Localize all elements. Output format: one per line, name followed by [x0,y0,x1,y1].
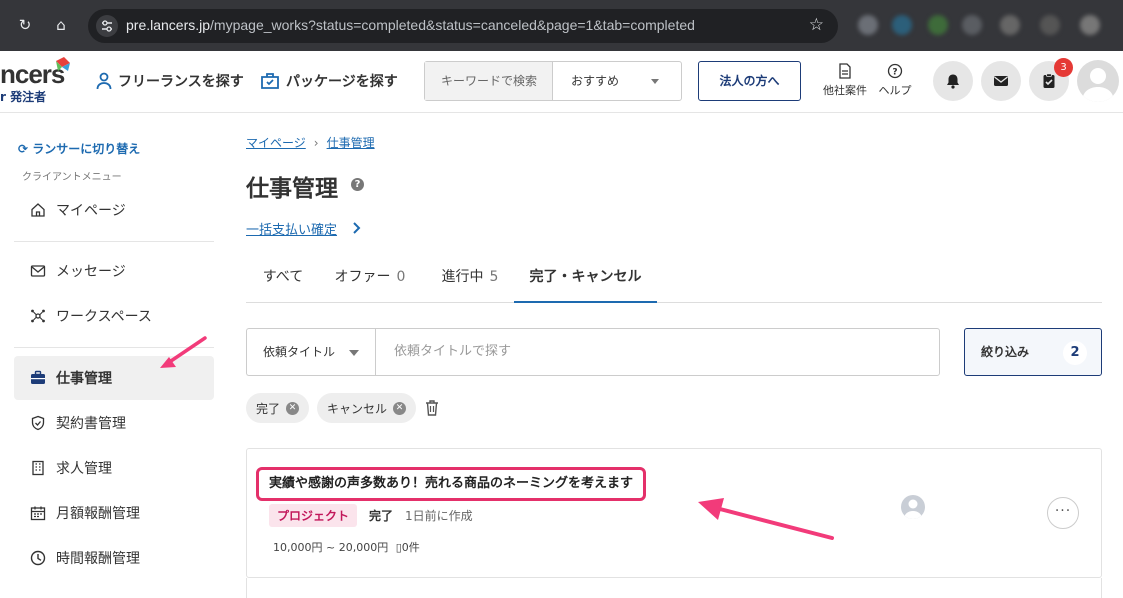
refresh-icon: ⟳ [18,142,29,156]
briefcase-icon [31,370,45,384]
sidebar-item-mypage[interactable]: マイページ [14,188,214,232]
sidebar-item-message[interactable]: メッセージ [14,249,214,293]
sidebar-item-job-management[interactable]: 仕事管理 [14,356,214,400]
title-search-input[interactable]: 依頼タイトルで探す [375,328,940,376]
job-price: 10,000円 ~ 20,000円 ▯0件 [273,541,420,554]
help-icon[interactable]: ? [351,178,364,191]
breadcrumb-chevron-icon: › [313,136,319,150]
corporate-button[interactable]: 法人の方へ [698,61,801,101]
notification-button[interactable] [933,61,973,101]
task-count-badge: 3 [1054,58,1073,77]
active-filter-chips: 完了 ✕ キャンセル ✕ [246,393,440,423]
switch-to-lancer-link[interactable]: ⟳ ランサーに切り替え [18,140,140,157]
job-status: 完了 [369,509,394,523]
sidebar-item-monthly-reward[interactable]: 月額報酬管理 [14,491,214,535]
bookmark-star-icon[interactable]: ☆ [809,15,824,35]
page-title: 仕事管理 [246,176,338,202]
sidebar-divider [14,241,214,242]
filter-count-badge: 2 [1063,341,1087,365]
browser-toolbar: ↻ ⌂ pre.lancers.jp/mypage_works?status=c… [0,0,1123,51]
home-icon[interactable]: ⌂ [50,14,72,36]
workspace-icon [31,309,45,323]
clock-icon [30,550,46,566]
person-icon [96,72,112,90]
site-settings-icon[interactable] [96,15,118,37]
job-card[interactable]: 実績や感謝の声多数あり！売れる商品のネーミングを考えます プロジェクト 完了 1… [246,448,1102,578]
proposal-count: 0件 [401,541,420,554]
breadcrumb: マイページ › 仕事管理 [246,134,375,151]
sidebar-item-recruitment[interactable]: 求人管理 [14,446,214,490]
extension-icon[interactable] [962,15,982,35]
site-header: ncers r 発注者 フリーランスを探す パッケージを探す キーワードで検索 … [0,51,1123,113]
chevron-down-icon [651,79,659,84]
job-type-badge: プロジェクト [269,504,358,527]
trash-icon[interactable] [424,399,440,417]
clipboard-check-icon [1043,73,1055,88]
chip-completed[interactable]: 完了 ✕ [246,393,310,423]
tab-in-progress[interactable]: 進行中 5 [424,253,516,303]
extension-icon[interactable] [892,15,912,35]
worker-avatar[interactable] [901,495,925,519]
remove-chip-icon[interactable]: ✕ [286,401,300,415]
user-avatar[interactable] [1077,60,1119,102]
logo-mark-icon [56,57,70,71]
help-circle-icon: ? [887,63,903,79]
breadcrumb-job-management[interactable]: 仕事管理 [327,136,375,150]
avatar-placeholder-icon [1082,68,1114,102]
tab-completed-canceled[interactable]: 完了・キャンセル [514,253,657,303]
client-menu-caption: クライアントメニュー [22,172,122,183]
status-tabs: すべて オファー 0 進行中 5 完了・キャンセル [246,253,1102,303]
other-jobs-link[interactable]: 他社案件 [818,63,872,98]
header-search: キーワードで検索 おすすめ [424,61,682,101]
tab-offer[interactable]: オファー 0 [320,253,420,303]
mail-icon [30,265,46,277]
logo-subtitle: r 発注者 [0,90,47,104]
sidebar-item-hourly-reward[interactable]: 時間報酬管理 [14,536,214,580]
chevron-down-icon [349,350,359,356]
sidebar: ⟳ ランサーに切り替え クライアントメニュー マイページ メッセージ ワークスペ… [0,113,230,598]
main-content: マイページ › 仕事管理 仕事管理 ? 一括支払い確定 すべて オファー 0 進行中 5… [246,113,1102,598]
job-created-time: 1日前に作成 [405,509,473,523]
extension-icon[interactable] [858,15,878,35]
breadcrumb-mypage[interactable]: マイページ [246,136,306,150]
chevron-right-icon [353,222,361,234]
svg-text:?: ? [892,68,897,78]
message-button[interactable] [981,61,1021,101]
search-field-select[interactable]: 依頼タイトル [246,328,375,376]
sidebar-divider [14,347,214,348]
sidebar-item-workspace[interactable]: ワークスペース [14,294,214,338]
building-icon [32,460,44,476]
address-bar[interactable]: pre.lancers.jp/mypage_works?status=compl… [88,9,838,43]
package-icon [261,73,279,89]
reload-icon[interactable]: ↻ [14,14,36,36]
profile-icon[interactable] [1080,15,1100,35]
home-icon [31,203,45,217]
envelope-icon [994,76,1008,86]
find-package-link[interactable]: パッケージを探す [260,71,398,91]
job-meta: プロジェクト 完了 1日前に作成 [269,504,473,527]
tab-all[interactable]: すべて [246,253,320,303]
shield-check-icon [31,415,45,431]
extension-icon[interactable] [928,15,948,35]
extension-icon[interactable] [1040,15,1060,35]
extension-icon[interactable] [1000,15,1020,35]
calendar-icon [30,506,46,521]
keyword-search-input[interactable]: キーワードで検索 [425,62,553,100]
sidebar-item-contract[interactable]: 契約書管理 [14,401,214,445]
document-icon [839,63,851,79]
bell-icon [947,74,959,89]
avatar-placeholder-icon [904,499,922,519]
remove-chip-icon[interactable]: ✕ [393,401,407,415]
narrow-filter-button[interactable]: 絞り込み 2 [964,328,1102,376]
sort-select[interactable]: おすすめ [571,62,619,100]
find-freelancer-link[interactable]: フリーランスを探す [96,71,244,91]
url-text: pre.lancers.jp/mypage_works?status=compl… [126,17,695,33]
more-options-button[interactable]: ··· [1047,497,1079,529]
chip-canceled[interactable]: キャンセル ✕ [317,393,417,423]
bulk-payment-confirm-link[interactable]: 一括支払い確定 [246,219,337,238]
help-link[interactable]: ? ヘルプ [874,63,916,98]
job-card[interactable] [246,578,1102,598]
job-title-link[interactable]: 実績や感謝の声多数あり！売れる商品のネーミングを考えます [256,467,647,501]
